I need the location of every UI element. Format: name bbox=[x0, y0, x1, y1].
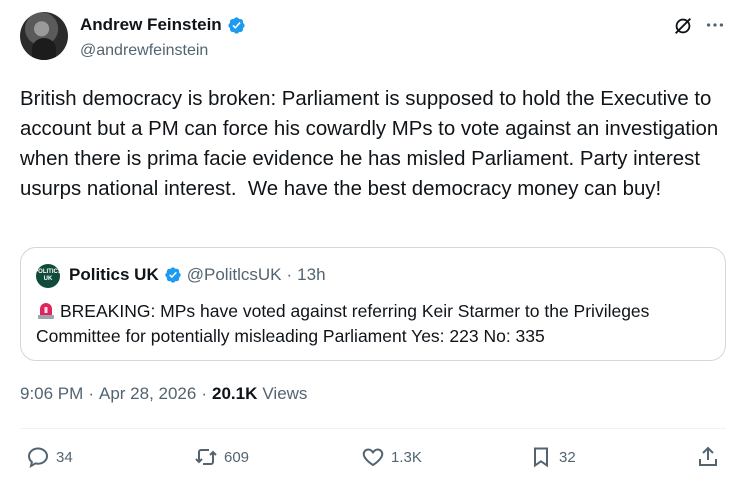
tweet-meta: 9:06 PM · Apr 28, 2026 · 20.1K Views bbox=[20, 384, 307, 404]
reply-button[interactable]: 34 bbox=[26, 445, 73, 469]
quoted-separator: · bbox=[286, 265, 293, 284]
quoted-text: BREAKING: MPs have voted against referri… bbox=[36, 301, 650, 346]
views-count: 20.1K bbox=[212, 384, 258, 403]
tweet-text: British democracy is broken: Parliament … bbox=[20, 88, 724, 200]
like-button[interactable]: 1.3K bbox=[361, 445, 422, 469]
repost-count: 609 bbox=[224, 448, 250, 466]
action-bar: 34 609 1.3K 32 bbox=[0, 445, 744, 475]
verified-badge-icon[interactable] bbox=[227, 16, 246, 35]
quoted-handle[interactable]: @PolitlcsUK bbox=[187, 265, 282, 285]
author-handle[interactable]: @andrewfeinstein bbox=[80, 42, 208, 60]
repost-button[interactable]: 609 bbox=[194, 445, 249, 469]
verified-badge-icon bbox=[165, 267, 181, 283]
quoted-header: Politics UK @PolitlcsUK · 13h bbox=[69, 265, 326, 285]
grok-icon[interactable] bbox=[672, 15, 694, 37]
quoted-display-name[interactable]: Politics UK bbox=[69, 265, 159, 285]
quoted-timestamp[interactable]: 13h bbox=[297, 265, 325, 285]
author-avatar[interactable] bbox=[20, 12, 68, 60]
bookmark-button[interactable]: 32 bbox=[529, 445, 576, 469]
like-icon bbox=[362, 448, 384, 467]
repost-icon bbox=[195, 449, 217, 465]
views-label: Views bbox=[262, 384, 308, 403]
divider bbox=[20, 428, 726, 429]
meta-separator: · bbox=[201, 384, 208, 403]
author-name-row: Andrew Feinstein bbox=[80, 15, 246, 35]
quoted-text-block: BREAKING: MPs have voted against referri… bbox=[36, 299, 716, 349]
more-icon[interactable] bbox=[704, 14, 726, 36]
meta-separator: · bbox=[88, 384, 94, 403]
siren-icon bbox=[38, 303, 54, 319]
quoted-tweet[interactable]: POLITICS UK Politics UK @PolitlcsUK · 13… bbox=[20, 247, 726, 361]
author-display-name[interactable]: Andrew Feinstein bbox=[80, 15, 222, 35]
bookmark-icon bbox=[534, 447, 548, 468]
post-time[interactable]: 9:06 PM bbox=[20, 384, 83, 404]
like-count: 1.3K bbox=[391, 448, 422, 466]
share-button[interactable] bbox=[696, 445, 720, 469]
reply-icon bbox=[27, 447, 49, 469]
bookmark-count: 32 bbox=[559, 448, 576, 466]
reply-count: 34 bbox=[56, 448, 73, 466]
post-date[interactable]: Apr 28, 2026 bbox=[99, 384, 196, 404]
share-icon bbox=[699, 446, 717, 466]
quoted-avatar[interactable]: POLITICS UK bbox=[34, 264, 62, 288]
